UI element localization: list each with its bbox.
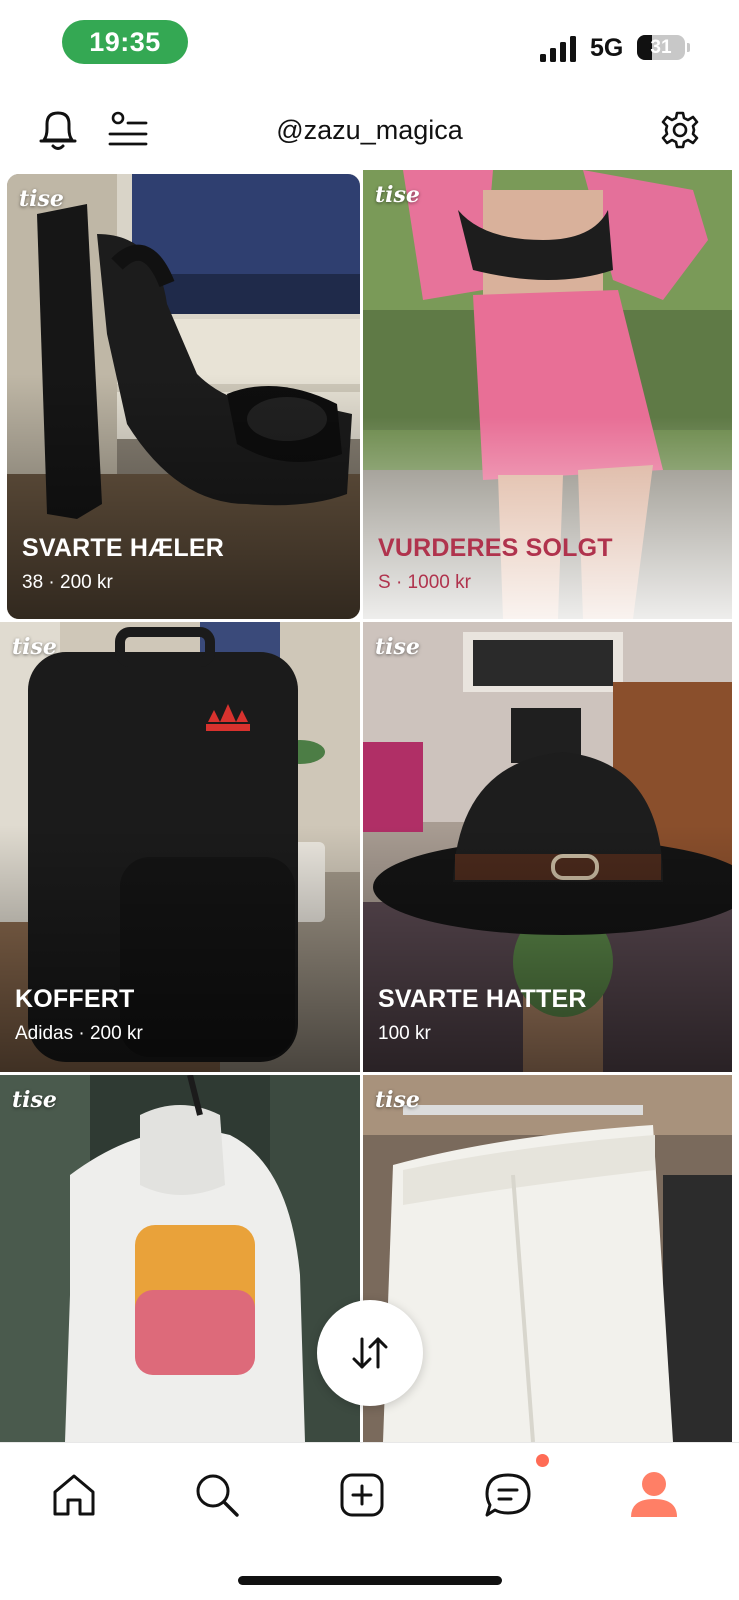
- listing-meta: 100 kr: [378, 1023, 431, 1044]
- tise-logo: tise: [12, 1087, 57, 1113]
- search-icon: [196, 1474, 239, 1517]
- listing-meta: Adidas · 200 kr: [15, 1023, 143, 1044]
- home-indicator[interactable]: [238, 1576, 502, 1585]
- tise-logo: tise: [12, 634, 57, 660]
- listing-card[interactable]: tise: [0, 1075, 360, 1442]
- nav-add-listing[interactable]: [332, 1465, 392, 1525]
- listing-title: KOFFERT: [15, 985, 135, 1013]
- messages-unread-badge: [536, 1454, 549, 1467]
- network-type: 5G: [590, 34, 624, 62]
- listing-card[interactable]: tise: [363, 1075, 732, 1442]
- tise-logo: tise: [375, 1087, 420, 1113]
- battery-tip: [687, 43, 690, 52]
- messages-icon: [485, 1473, 531, 1517]
- tise-logo: tise: [375, 182, 420, 208]
- nav-search[interactable]: [187, 1465, 247, 1525]
- nav-profile[interactable]: [624, 1465, 684, 1525]
- nav-home[interactable]: [44, 1465, 104, 1525]
- status-bar: 19:35 5G 31: [0, 0, 739, 90]
- profile-username: @zazu_magica: [276, 115, 463, 145]
- listing-card[interactable]: tise SVARTE HÆLER 38 · 200 kr: [7, 174, 360, 619]
- signal-strength-icon: [540, 36, 576, 62]
- add-listing-icon: [340, 1473, 384, 1517]
- status-time: 19:35: [62, 20, 188, 64]
- battery-level: 31: [650, 36, 672, 58]
- listing-grid: tise SVARTE HÆLER 38 · 200 kr tise VURDE…: [0, 170, 739, 1442]
- tise-logo: tise: [19, 186, 64, 212]
- listing-title: SVARTE HÆLER: [22, 534, 224, 562]
- profile-header: @zazu_magica: [0, 95, 739, 170]
- sort-button[interactable]: [317, 1300, 423, 1406]
- nav-messages[interactable]: [478, 1465, 538, 1525]
- home-icon: [53, 1474, 95, 1516]
- listing-photo-hoodie: [0, 1075, 360, 1442]
- listing-title: SVARTE HATTER: [378, 985, 587, 1013]
- listing-photo-trousers: [363, 1075, 732, 1442]
- listing-card[interactable]: tise SVARTE HATTER 100 kr: [363, 622, 732, 1072]
- listing-meta: 38 · 200 kr: [22, 572, 113, 593]
- gear-icon: [661, 111, 699, 149]
- profile-icon: [631, 1472, 677, 1517]
- listing-card[interactable]: tise KOFFERT Adidas · 200 kr: [0, 622, 360, 1072]
- tise-logo: tise: [375, 634, 420, 660]
- listing-card[interactable]: tise VURDERES SOLGT S · 1000 kr: [363, 170, 732, 619]
- listing-title: VURDERES SOLGT: [378, 534, 613, 562]
- listing-meta: S · 1000 kr: [378, 572, 471, 593]
- battery-icon: 31: [637, 35, 685, 60]
- settings-button[interactable]: [655, 105, 705, 155]
- sort-arrows-icon: [352, 1337, 388, 1369]
